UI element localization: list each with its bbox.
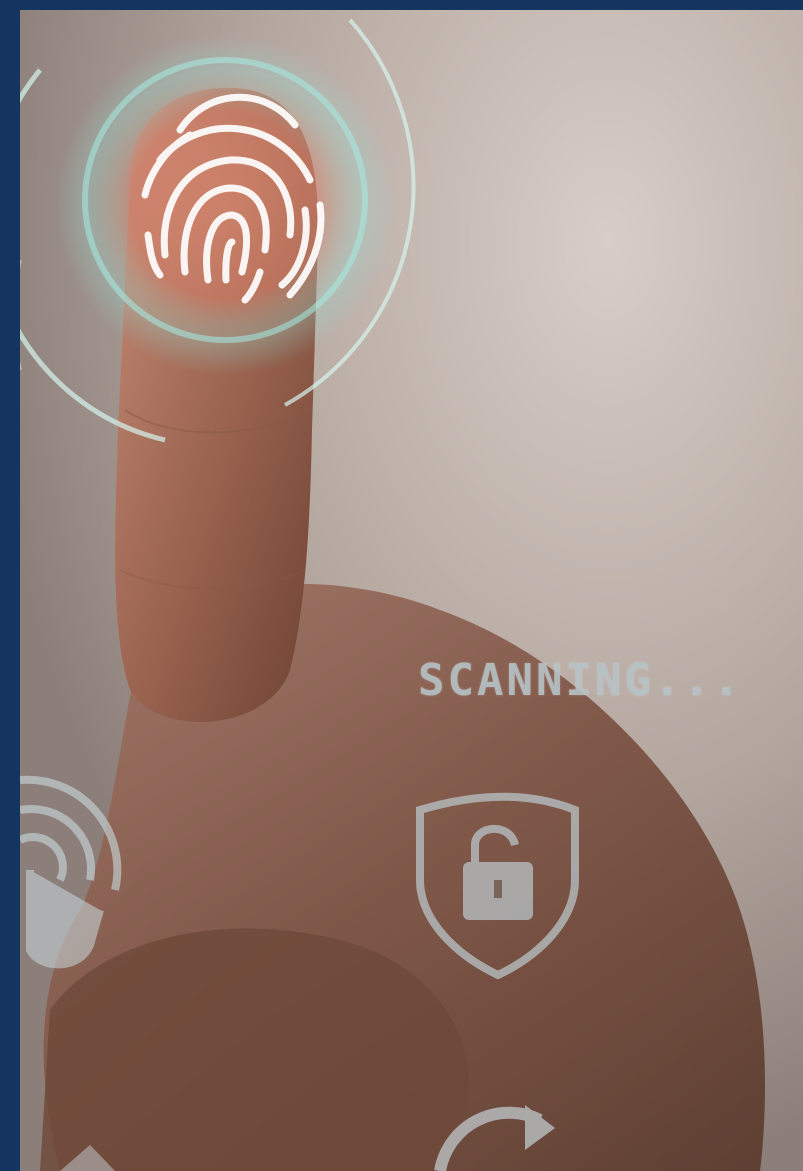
scan-glow [55, 35, 395, 375]
scanning-status-label: SCANNING... [418, 655, 743, 706]
fingerprint-scan-photo: SCANNING... [20, 10, 803, 1171]
image-frame: SCANNING... [0, 0, 803, 1171]
scene-illustration [20, 10, 803, 1171]
